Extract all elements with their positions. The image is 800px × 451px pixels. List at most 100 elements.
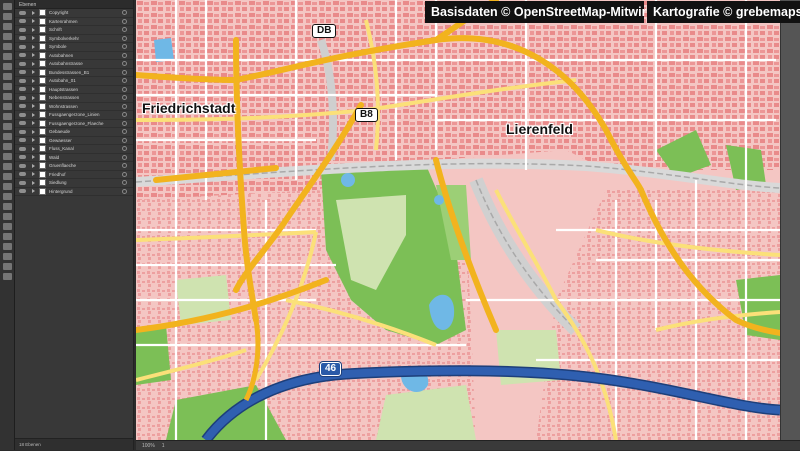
tool-icon[interactable]: [2, 153, 12, 160]
visibility-eye-icon[interactable]: [19, 163, 26, 168]
layer-target-icon[interactable]: [122, 137, 127, 143]
map-artboard[interactable]: Friedrichstadt Lierenfeld DB B8 46: [136, 0, 780, 440]
tool-icon[interactable]: [2, 43, 12, 50]
layer-row[interactable]: Siedlung: [15, 179, 133, 188]
visibility-eye-icon[interactable]: [19, 138, 26, 143]
layer-row[interactable]: Autobahnstrasse: [15, 60, 133, 69]
layer-target-icon[interactable]: [122, 129, 127, 135]
layer-target-icon[interactable]: [122, 27, 127, 33]
tool-icon[interactable]: [2, 73, 12, 80]
layer-row[interactable]: Wald: [15, 153, 133, 162]
page-number[interactable]: 1: [162, 443, 165, 449]
layer-row[interactable]: Nebenstrassen: [15, 94, 133, 103]
layer-row[interactable]: Gewaesser: [15, 136, 133, 145]
layer-row[interactable]: Symbolverkehr: [15, 34, 133, 43]
expand-triangle-icon[interactable]: [32, 172, 35, 177]
visibility-eye-icon[interactable]: [19, 104, 26, 109]
layer-row[interactable]: Gruenflaeche: [15, 162, 133, 171]
layer-row[interactable]: Fluss_Kanal: [15, 145, 133, 154]
layer-target-icon[interactable]: [122, 180, 127, 186]
expand-triangle-icon[interactable]: [32, 36, 35, 41]
expand-triangle-icon[interactable]: [32, 44, 35, 49]
visibility-eye-icon[interactable]: [19, 19, 26, 24]
tool-icon[interactable]: [2, 13, 12, 20]
layer-row[interactable]: Gebaeude: [15, 128, 133, 137]
tool-icon[interactable]: [2, 273, 12, 280]
expand-triangle-icon[interactable]: [32, 53, 35, 58]
visibility-eye-icon[interactable]: [19, 87, 26, 92]
visibility-eye-icon[interactable]: [19, 36, 26, 41]
visibility-eye-icon[interactable]: [19, 189, 26, 194]
layer-row[interactable]: Autobahnen: [15, 51, 133, 60]
visibility-eye-icon[interactable]: [19, 180, 26, 185]
expand-triangle-icon[interactable]: [32, 70, 35, 75]
layer-target-icon[interactable]: [122, 86, 127, 92]
visibility-eye-icon[interactable]: [19, 129, 26, 134]
visibility-eye-icon[interactable]: [19, 172, 26, 177]
layer-target-icon[interactable]: [122, 154, 127, 160]
layer-target-icon[interactable]: [122, 112, 127, 118]
layer-target-icon[interactable]: [122, 69, 127, 75]
layer-row[interactable]: Copyright: [15, 9, 133, 18]
visibility-eye-icon[interactable]: [19, 53, 26, 58]
tool-icon[interactable]: [2, 253, 12, 260]
visibility-eye-icon[interactable]: [19, 121, 26, 126]
tool-icon[interactable]: [2, 183, 12, 190]
tool-icon[interactable]: [2, 223, 12, 230]
layer-row[interactable]: Schrift: [15, 26, 133, 35]
layer-row[interactable]: Kartenrahmen: [15, 17, 133, 26]
tool-icon[interactable]: [2, 83, 12, 90]
layer-row[interactable]: Symbole: [15, 43, 133, 52]
visibility-eye-icon[interactable]: [19, 70, 26, 75]
visibility-eye-icon[interactable]: [19, 27, 26, 32]
layer-row[interactable]: Autobahn_01: [15, 77, 133, 86]
layer-row[interactable]: Fussgaengerzone_Flaeche: [15, 119, 133, 128]
visibility-eye-icon[interactable]: [19, 78, 26, 83]
visibility-eye-icon[interactable]: [19, 44, 26, 49]
layer-row[interactable]: Hauptstrassen: [15, 85, 133, 94]
visibility-eye-icon[interactable]: [19, 95, 26, 100]
layer-target-icon[interactable]: [122, 171, 127, 177]
tool-icon[interactable]: [2, 33, 12, 40]
expand-triangle-icon[interactable]: [32, 163, 35, 168]
layer-target-icon[interactable]: [122, 120, 127, 126]
layer-target-icon[interactable]: [122, 78, 127, 84]
visibility-eye-icon[interactable]: [19, 10, 26, 15]
tool-icon[interactable]: [2, 193, 12, 200]
tool-icon[interactable]: [2, 123, 12, 130]
tool-icon[interactable]: [2, 203, 12, 210]
tool-icon[interactable]: [2, 93, 12, 100]
layer-target-icon[interactable]: [122, 10, 127, 16]
expand-triangle-icon[interactable]: [32, 104, 35, 109]
layer-target-icon[interactable]: [122, 44, 127, 50]
expand-triangle-icon[interactable]: [32, 61, 35, 66]
layer-target-icon[interactable]: [122, 52, 127, 58]
tool-icon[interactable]: [2, 53, 12, 60]
tool-icon[interactable]: [2, 113, 12, 120]
tool-icon[interactable]: [2, 23, 12, 30]
expand-triangle-icon[interactable]: [32, 180, 35, 185]
layers-panel-tab[interactable]: Ebenen: [15, 0, 133, 9]
tool-icon[interactable]: [2, 163, 12, 170]
layer-target-icon[interactable]: [122, 18, 127, 24]
tool-icon[interactable]: [2, 133, 12, 140]
expand-triangle-icon[interactable]: [32, 112, 35, 117]
tool-icon[interactable]: [2, 173, 12, 180]
layer-row[interactable]: Fussgaengerzone_Linien: [15, 111, 133, 120]
tool-icon[interactable]: [2, 243, 12, 250]
expand-triangle-icon[interactable]: [32, 129, 35, 134]
layer-row[interactable]: Wohnstrassen: [15, 102, 133, 111]
layer-row[interactable]: Bundesstrassen_B1: [15, 68, 133, 77]
expand-triangle-icon[interactable]: [32, 78, 35, 83]
zoom-level[interactable]: 100%: [142, 443, 155, 449]
layer-target-icon[interactable]: [122, 61, 127, 67]
layer-target-icon[interactable]: [122, 35, 127, 41]
tool-icon[interactable]: [2, 143, 12, 150]
layer-target-icon[interactable]: [122, 163, 127, 169]
tool-icon[interactable]: [2, 103, 12, 110]
expand-triangle-icon[interactable]: [32, 95, 35, 100]
expand-triangle-icon[interactable]: [32, 138, 35, 143]
expand-triangle-icon[interactable]: [32, 87, 35, 92]
layer-target-icon[interactable]: [122, 188, 127, 194]
visibility-eye-icon[interactable]: [19, 112, 26, 117]
